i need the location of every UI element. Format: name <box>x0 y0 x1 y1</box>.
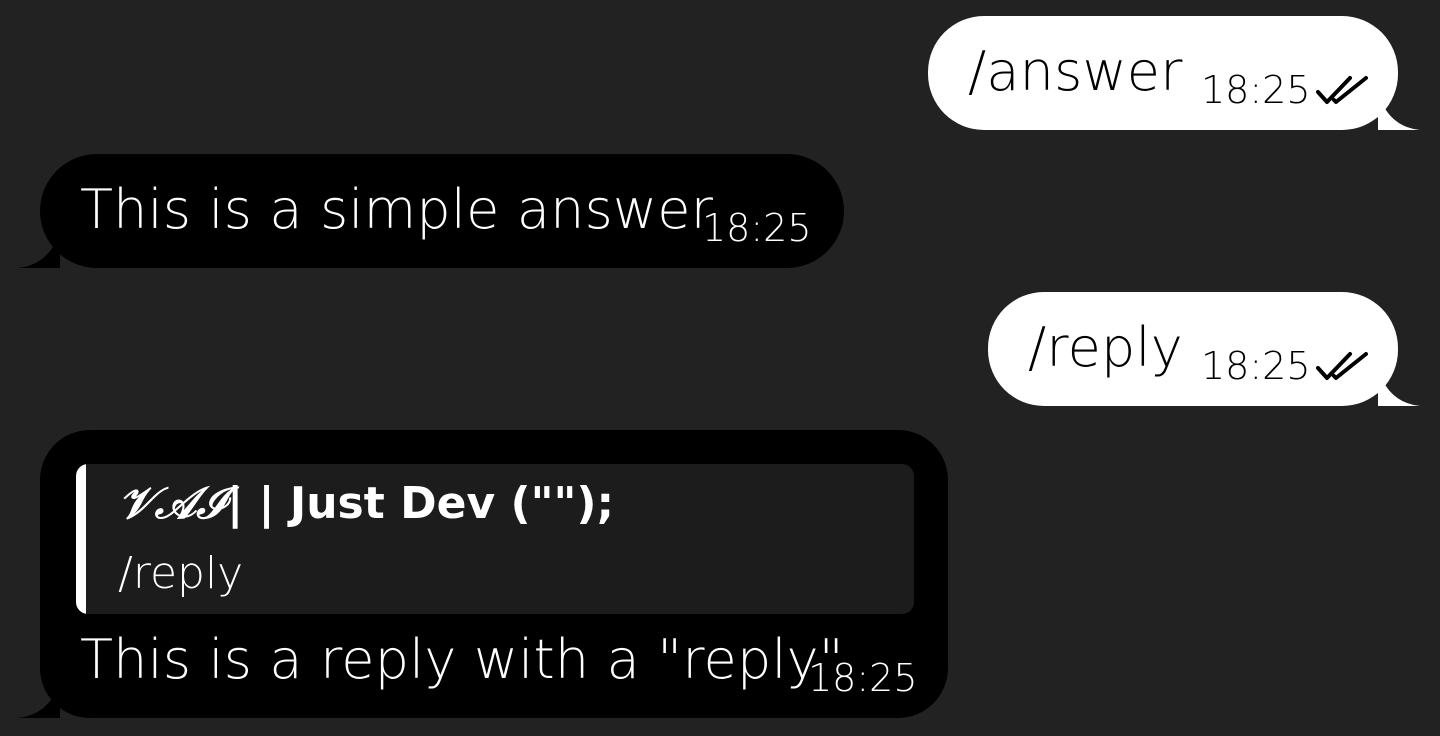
message-text: /answer <box>968 40 1183 103</box>
message-bubble-outgoing[interactable]: /reply 18:25 <box>988 292 1420 406</box>
message-text: /reply <box>1028 316 1183 379</box>
reply-author-name: | | Just Dev (""); <box>227 478 615 529</box>
reply-author-prefix: 𝒱𝒜ℐ <box>118 478 228 529</box>
message-text: This is a reply with a "reply" <box>80 628 844 691</box>
message-text: This is a simple answer <box>80 178 714 241</box>
message-time: 18:25 <box>808 656 918 700</box>
reply-author: 𝒱𝒜ℐ| | Just Dev (""); <box>118 478 614 529</box>
double-check-icon <box>1316 76 1368 104</box>
reply-quote[interactable]: 𝒱𝒜ℐ| | Just Dev (""); /reply <box>76 464 914 614</box>
bubble-tail <box>18 228 60 268</box>
message-bubble-incoming-reply[interactable]: 𝒱𝒜ℐ| | Just Dev (""); /reply This is a r… <box>18 430 948 718</box>
message-time: 18:25 <box>1201 68 1311 112</box>
message-bubble-incoming[interactable]: This is a simple answer 18:25 <box>18 154 844 268</box>
message-time: 18:25 <box>1201 344 1311 388</box>
reply-quote-bar <box>76 464 86 614</box>
double-check-icon <box>1316 352 1368 380</box>
reply-quote-text: /reply <box>118 548 244 599</box>
message-time: 18:25 <box>702 206 812 250</box>
message-bubble-outgoing[interactable]: /answer 18:25 <box>928 16 1420 130</box>
bubble-tail <box>1378 90 1420 130</box>
bubble-tail <box>18 678 60 718</box>
bubble-tail <box>1378 366 1420 406</box>
